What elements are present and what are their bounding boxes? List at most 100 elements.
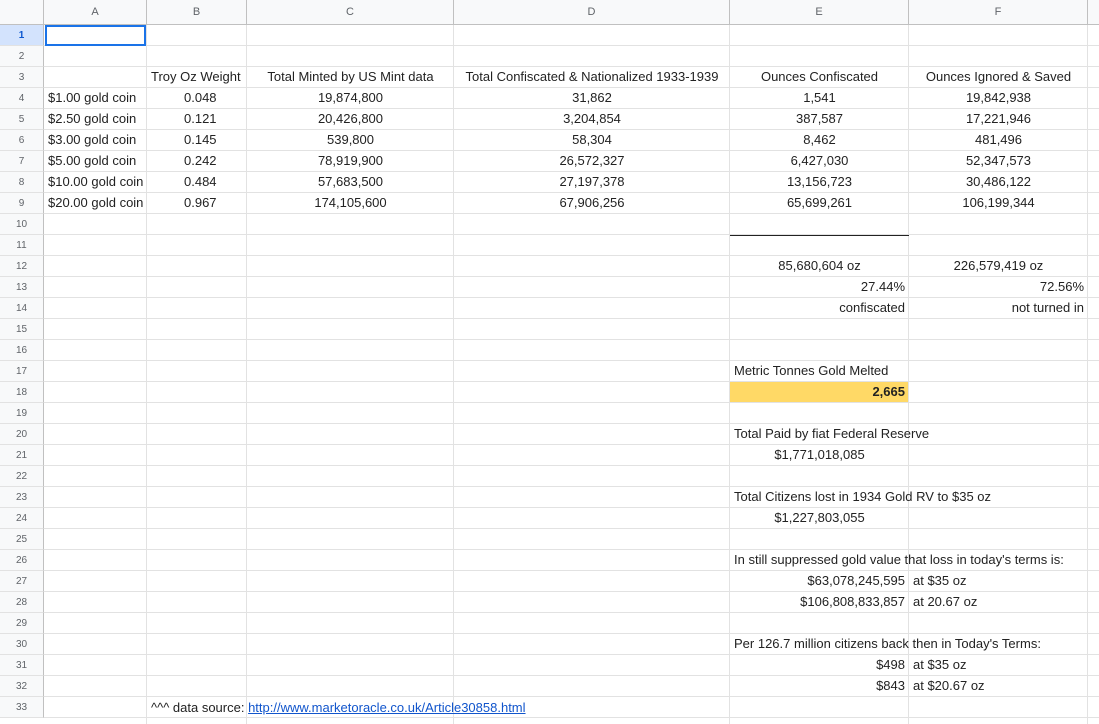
label-total-paid[interactable]: Total Paid by fiat Federal Reserve <box>730 424 929 444</box>
row-header-33[interactable]: 33 <box>0 697 44 718</box>
table-cell-confiscated[interactable]: 3,204,854 <box>454 109 730 129</box>
per-citizen-35[interactable]: $498 <box>730 655 909 675</box>
row-header-8[interactable]: 8 <box>0 172 44 193</box>
header-ounces-saved[interactable]: Ounces Ignored & Saved <box>909 67 1088 87</box>
table-cell-oz-saved[interactable]: 52,347,573 <box>909 151 1088 171</box>
header-ounces-confiscated[interactable]: Ounces Confiscated <box>730 67 909 87</box>
percent-not-turned-in[interactable]: 72.56% <box>909 277 1088 297</box>
row-header-10[interactable]: 10 <box>0 214 44 235</box>
table-cell-confiscated[interactable]: 67,906,256 <box>454 193 730 213</box>
row-header-11[interactable]: 11 <box>0 235 44 256</box>
total-paid-value[interactable]: $1,771,018,085 <box>730 445 909 465</box>
row-header-31[interactable]: 31 <box>0 655 44 676</box>
per-citizen-2067-label[interactable]: at $20.67 oz <box>909 676 985 696</box>
table-cell-oz-saved[interactable]: 481,496 <box>909 130 1088 150</box>
row-header-17[interactable]: 17 <box>0 361 44 382</box>
column-header-d[interactable]: D <box>454 0 730 25</box>
row-header-21[interactable]: 21 <box>0 445 44 466</box>
data-source-link[interactable]: http://www.marketoracle.co.uk/Article308… <box>248 700 525 715</box>
row-header-14[interactable]: 14 <box>0 298 44 319</box>
table-cell-oz-saved[interactable]: 19,842,938 <box>909 88 1088 108</box>
percent-confiscated[interactable]: 27.44% <box>730 277 909 297</box>
table-cell-weight[interactable]: 0.048 <box>180 88 217 108</box>
row-header-4[interactable]: 4 <box>0 88 44 109</box>
data-source-cell[interactable]: ^^^ data source: http://www.marketoracle… <box>147 698 526 718</box>
table-cell-minted[interactable]: 57,683,500 <box>247 172 454 192</box>
row-header-6[interactable]: 6 <box>0 130 44 151</box>
column-header-e[interactable]: E <box>730 0 909 25</box>
table-cell-oz-saved[interactable]: 17,221,946 <box>909 109 1088 129</box>
row-header-20[interactable]: 20 <box>0 424 44 445</box>
row-header-24[interactable]: 24 <box>0 508 44 529</box>
table-cell-coin[interactable]: $3.00 gold coin <box>44 130 136 150</box>
row-header-15[interactable]: 15 <box>0 319 44 340</box>
table-cell-weight[interactable]: 0.121 <box>180 109 217 129</box>
row-header-29[interactable]: 29 <box>0 613 44 634</box>
label-todays-terms[interactable]: In still suppressed gold value that loss… <box>730 550 1064 570</box>
select-all-corner[interactable] <box>0 0 44 25</box>
label-not-turned-in[interactable]: not turned in <box>909 298 1088 318</box>
row-header-16[interactable]: 16 <box>0 340 44 361</box>
row-header-23[interactable]: 23 <box>0 487 44 508</box>
table-cell-coin[interactable]: $10.00 gold coin <box>44 172 143 192</box>
todays-terms-35[interactable]: $63,078,245,595 <box>730 571 909 591</box>
total-ounces-saved[interactable]: 226,579,419 oz <box>909 256 1088 276</box>
column-header-c[interactable]: C <box>247 0 454 25</box>
todays-terms-2067[interactable]: $106,808,833,857 <box>730 592 909 612</box>
table-cell-weight[interactable]: 0.145 <box>180 130 217 150</box>
table-cell-confiscated[interactable]: 26,572,327 <box>454 151 730 171</box>
table-cell-oz-conf[interactable]: 13,156,723 <box>730 172 909 192</box>
row-header-32[interactable]: 32 <box>0 676 44 697</box>
table-cell-weight[interactable]: 0.242 <box>180 151 217 171</box>
row-header-26[interactable]: 26 <box>0 550 44 571</box>
row-header-18[interactable]: 18 <box>0 382 44 403</box>
label-confiscated[interactable]: confiscated <box>730 298 909 318</box>
table-cell-coin[interactable]: $20.00 gold coin <box>44 193 143 213</box>
row-header-3[interactable]: 3 <box>0 67 44 88</box>
table-cell-oz-conf[interactable]: 8,462 <box>730 130 909 150</box>
table-cell-oz-saved[interactable]: 106,199,344 <box>909 193 1088 213</box>
row-header-22[interactable]: 22 <box>0 466 44 487</box>
column-header-g[interactable] <box>1088 0 1099 25</box>
citizens-lost-value[interactable]: $1,227,803,055 <box>730 508 909 528</box>
table-cell-confiscated[interactable]: 31,862 <box>454 88 730 108</box>
row-header-12[interactable]: 12 <box>0 256 44 277</box>
table-cell-coin[interactable]: $5.00 gold coin <box>44 151 136 171</box>
table-cell-oz-saved[interactable]: 30,486,122 <box>909 172 1088 192</box>
todays-terms-2067-label[interactable]: at 20.67 oz <box>909 592 977 612</box>
per-citizen-35-label[interactable]: at $35 oz <box>909 655 967 675</box>
row-header-13[interactable]: 13 <box>0 277 44 298</box>
total-ounces-confiscated[interactable]: 85,680,604 oz <box>730 256 909 276</box>
column-header-a[interactable]: A <box>44 0 147 25</box>
table-cell-minted[interactable]: 539,800 <box>247 130 454 150</box>
row-header-19[interactable]: 19 <box>0 403 44 424</box>
row-header-7[interactable]: 7 <box>0 151 44 172</box>
table-cell-coin[interactable]: $1.00 gold coin <box>44 88 136 108</box>
column-header-b[interactable]: B <box>147 0 247 25</box>
label-metric-tonnes[interactable]: Metric Tonnes Gold Melted <box>730 361 888 381</box>
row-header-1[interactable]: 1 <box>0 25 44 46</box>
label-per-citizen[interactable]: Per 126.7 million citizens back then in … <box>730 634 1041 654</box>
table-cell-oz-conf[interactable]: 387,587 <box>730 109 909 129</box>
table-cell-minted[interactable]: 20,426,800 <box>247 109 454 129</box>
table-cell-weight[interactable]: 0.967 <box>180 193 217 213</box>
row-header-5[interactable]: 5 <box>0 109 44 130</box>
row-header-9[interactable]: 9 <box>0 193 44 214</box>
table-cell-minted[interactable]: 78,919,900 <box>247 151 454 171</box>
table-cell-coin[interactable]: $2.50 gold coin <box>44 109 136 129</box>
row-header-27[interactable]: 27 <box>0 571 44 592</box>
metric-tonnes-value[interactable]: 2,665 <box>730 382 909 402</box>
table-cell-oz-conf[interactable]: 65,699,261 <box>730 193 909 213</box>
header-total-confiscated[interactable]: Total Confiscated & Nationalized 1933-19… <box>454 67 730 87</box>
column-header-f[interactable]: F <box>909 0 1088 25</box>
row-header-2[interactable]: 2 <box>0 46 44 67</box>
todays-terms-35-label[interactable]: at $35 oz <box>909 571 967 591</box>
table-cell-confiscated[interactable]: 58,304 <box>454 130 730 150</box>
selected-cell-a1[interactable] <box>45 25 146 46</box>
table-cell-minted[interactable]: 19,874,800 <box>247 88 454 108</box>
row-header-25[interactable]: 25 <box>0 529 44 550</box>
row-header-28[interactable]: 28 <box>0 592 44 613</box>
table-cell-minted[interactable]: 174,105,600 <box>247 193 454 213</box>
table-cell-oz-conf[interactable]: 6,427,030 <box>730 151 909 171</box>
row-header-30[interactable]: 30 <box>0 634 44 655</box>
